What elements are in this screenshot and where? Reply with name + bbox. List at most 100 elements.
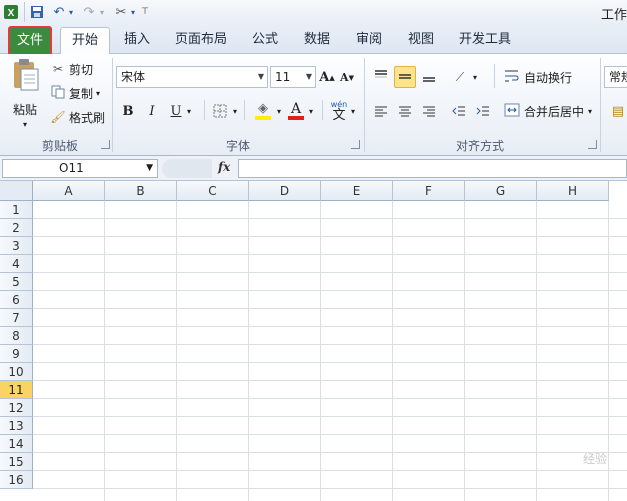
- format-painter-button[interactable]: 🖌 格式刷: [50, 108, 105, 126]
- tab-developer[interactable]: 开发工具: [452, 27, 518, 54]
- merge-dropdown-icon: ▾: [588, 106, 593, 116]
- align-center-button[interactable]: [394, 100, 416, 122]
- row-header-12[interactable]: 12: [0, 399, 33, 417]
- row-header-2[interactable]: 2: [0, 219, 33, 237]
- save-icon[interactable]: [28, 2, 46, 22]
- underline-dropdown-icon[interactable]: ▾: [184, 100, 194, 122]
- copy-button[interactable]: 复制 ▾: [50, 84, 100, 102]
- border-icon: [213, 104, 227, 118]
- row-header-4[interactable]: 4: [0, 255, 33, 273]
- row-header-15[interactable]: 15: [0, 453, 33, 471]
- column-header-g[interactable]: G: [465, 181, 537, 201]
- border-dropdown-icon[interactable]: ▾: [230, 100, 240, 122]
- underline-button[interactable]: U: [166, 100, 186, 122]
- column-header-e[interactable]: E: [321, 181, 393, 201]
- row-header-3[interactable]: 3: [0, 237, 33, 255]
- redo-icon[interactable]: ↷: [80, 2, 98, 22]
- font-group-label: 字体: [225, 139, 250, 153]
- worksheet-grid[interactable]: ABCDEFGH 1 2 3 4 5 6 7 8 9 10 11 12 13 14 15 16 经验: [0, 181, 627, 501]
- merge-center-label: 合并后居中: [524, 104, 585, 119]
- customize-qat-icon[interactable]: ⊤: [140, 2, 150, 22]
- column-header-c[interactable]: C: [177, 181, 249, 201]
- align-left-button[interactable]: [370, 100, 392, 122]
- font-color-dropdown-icon[interactable]: ▾: [306, 100, 316, 122]
- column-header-h[interactable]: H: [537, 181, 609, 201]
- font-name-select[interactable]: 宋体 ▼: [116, 66, 268, 88]
- grid-row-line: [33, 290, 627, 291]
- tab-review[interactable]: 审阅: [348, 27, 390, 54]
- tools-dropdown-icon[interactable]: ▾: [128, 2, 138, 22]
- align-top-icon: [375, 70, 387, 78]
- fill-color-dropdown-icon[interactable]: ▾: [274, 100, 284, 122]
- paste-button[interactable]: 粘贴 ▾: [8, 58, 42, 136]
- bold-button[interactable]: B: [118, 100, 138, 122]
- shrink-font-button[interactable]: A ▼: [338, 66, 356, 88]
- insert-function-icon[interactable]: fx: [218, 160, 230, 174]
- tab-page-layout[interactable]: 页面布局: [170, 27, 232, 54]
- tab-home[interactable]: 开始: [60, 27, 110, 55]
- column-header-d[interactable]: D: [249, 181, 321, 201]
- font-size-select[interactable]: 11 ▼: [270, 66, 316, 88]
- row-header-7[interactable]: 7: [0, 309, 33, 327]
- chevron-down-icon[interactable]: ▼: [146, 160, 153, 177]
- fill-color-button[interactable]: ◈: [252, 100, 274, 122]
- phonetic-dropdown-icon[interactable]: ▾: [348, 100, 358, 122]
- tab-file[interactable]: 文件: [8, 26, 52, 56]
- select-all-corner[interactable]: [0, 181, 33, 201]
- tab-insert[interactable]: 插入: [116, 27, 158, 54]
- grow-font-button[interactable]: A ▲: [318, 66, 336, 88]
- clipboard-launcher-icon[interactable]: [101, 140, 110, 149]
- accounting-format-button[interactable]: ▤: [608, 100, 627, 122]
- align-top-button[interactable]: [370, 64, 392, 86]
- merge-center-button[interactable]: 合并后居中 ▾: [503, 100, 592, 122]
- column-header-b[interactable]: B: [105, 181, 177, 201]
- undo-dropdown-icon[interactable]: ▾: [66, 2, 76, 22]
- row-header-11[interactable]: 11: [0, 381, 33, 399]
- row-header-16[interactable]: 16: [0, 471, 33, 489]
- copy-dropdown-icon: ▾: [96, 88, 101, 98]
- orientation-dropdown-icon[interactable]: ▾: [470, 66, 480, 88]
- group-divider: [112, 58, 113, 152]
- paint-bucket-icon: ◈: [258, 101, 268, 116]
- cut-button[interactable]: ✂ 剪切: [50, 60, 93, 78]
- align-right-button[interactable]: [418, 100, 440, 122]
- column-header-f[interactable]: F: [393, 181, 465, 201]
- formula-input[interactable]: [238, 159, 627, 178]
- alignment-launcher-icon[interactable]: [588, 140, 597, 149]
- row-header-14[interactable]: 14: [0, 435, 33, 453]
- align-bottom-button[interactable]: [418, 66, 440, 88]
- row-header-8[interactable]: 8: [0, 327, 33, 345]
- svg-text:X: X: [8, 8, 15, 19]
- redo-dropdown-icon[interactable]: ▾: [97, 2, 107, 22]
- row-header-5[interactable]: 5: [0, 273, 33, 291]
- grid-column-line: [464, 201, 465, 501]
- cut-label: 剪切: [69, 62, 94, 77]
- tab-data[interactable]: 数据: [296, 27, 338, 54]
- column-header-a[interactable]: A: [33, 181, 105, 201]
- border-button[interactable]: [210, 100, 230, 122]
- tab-formulas[interactable]: 公式: [244, 27, 286, 54]
- font-color-button[interactable]: A: [286, 100, 306, 122]
- tab-view[interactable]: 视图: [400, 27, 442, 54]
- row-header-9[interactable]: 9: [0, 345, 33, 363]
- increase-indent-button[interactable]: [472, 100, 494, 122]
- align-middle-button[interactable]: [394, 66, 416, 88]
- wrap-text-button[interactable]: 自动换行: [503, 66, 572, 88]
- italic-button[interactable]: I: [142, 100, 162, 122]
- font-launcher-icon[interactable]: [351, 140, 360, 149]
- row-header-1[interactable]: 1: [0, 201, 33, 219]
- decrease-indent-button[interactable]: [448, 100, 470, 122]
- row-header-10[interactable]: 10: [0, 363, 33, 381]
- formula-separator: [162, 159, 212, 178]
- orientation-button[interactable]: ⟋: [450, 66, 470, 88]
- font-size-value: 11: [275, 70, 291, 84]
- grid-row-line: [33, 344, 627, 345]
- name-box[interactable]: O11 ▼: [2, 159, 158, 178]
- phonetic-guide-button[interactable]: wén 文: [328, 98, 350, 124]
- row-header-6[interactable]: 6: [0, 291, 33, 309]
- number-format-select[interactable]: 常规: [604, 66, 627, 88]
- scissors-icon: ✂: [52, 62, 64, 76]
- excel-logo-icon[interactable]: X: [2, 2, 20, 22]
- quick-access-toolbar: X ↶ ▾ ↷ ▾ ✂ ▾ ⊤ 工作: [0, 0, 627, 24]
- row-header-13[interactable]: 13: [0, 417, 33, 435]
